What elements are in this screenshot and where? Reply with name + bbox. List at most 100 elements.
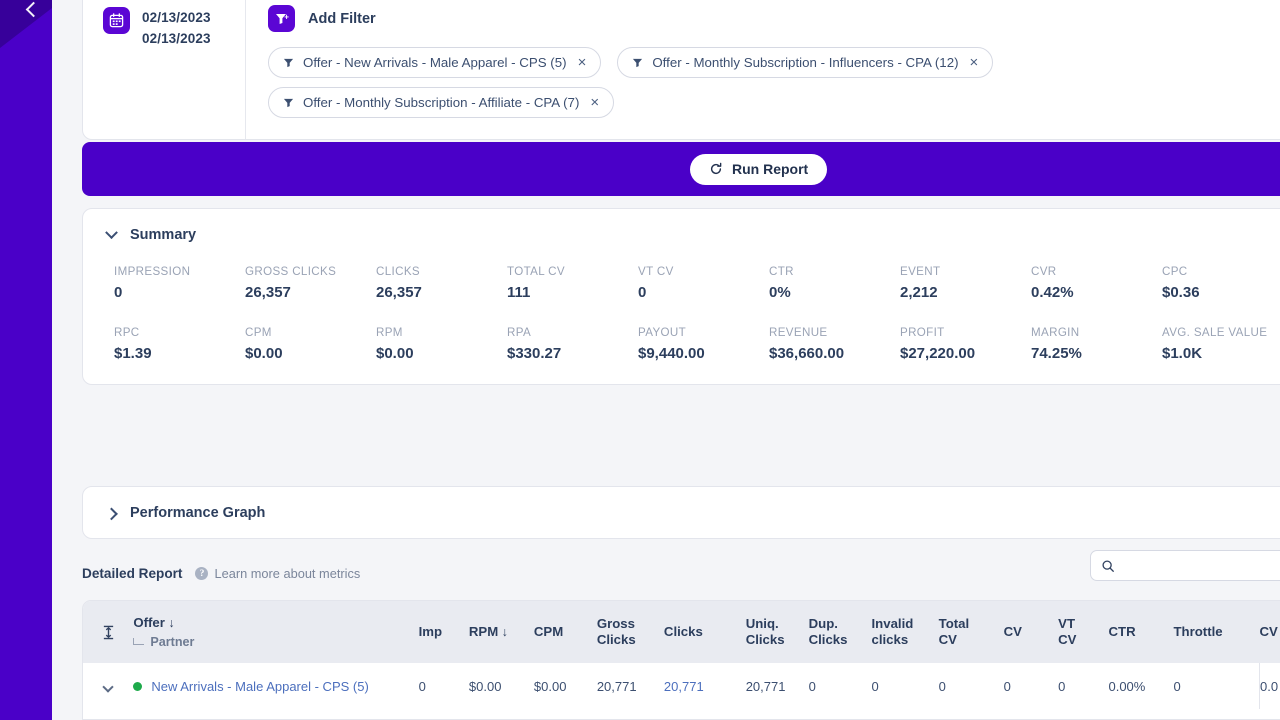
metric-label: CPM	[245, 326, 376, 339]
metric-label: PAYOUT	[638, 326, 769, 339]
column-header-label-2: Clicks	[746, 632, 809, 648]
summary-metric: GROSS CLICKS 26,357	[245, 265, 376, 301]
metric-label: GROSS CLICKS	[245, 265, 376, 278]
sort-desc-icon: ↓	[498, 625, 508, 639]
column-header-uniq_clicks[interactable]: Uniq.Clicks	[746, 601, 809, 663]
column-header-vt_cv[interactable]: VTCV	[1058, 601, 1108, 663]
summary-metric: MARGIN74.25%	[1031, 326, 1162, 362]
page-content: 02/13/2023 02/13/2023 + Add Filter Offer…	[52, 0, 1280, 720]
cell-uniq_clicks: 20,771	[746, 663, 809, 709]
summary-metric: AVG. SALE VALUE$1.0K	[1162, 326, 1280, 362]
filter-chip[interactable]: Offer - New Arrivals - Male Apparel - CP…	[268, 47, 601, 78]
cell-ctr: 0.00%	[1108, 663, 1173, 709]
column-header-label: Uniq.	[746, 616, 779, 631]
summary-metric: CPM$0.00	[245, 326, 376, 362]
filter-chip-label: Offer - Monthly Subscription - Influence…	[652, 55, 958, 70]
filter-add-icon[interactable]: +	[268, 5, 295, 32]
column-header-cv[interactable]: CV	[1004, 601, 1059, 663]
cell-vt_cv: 0	[1058, 663, 1108, 709]
metric-value: 0.42%	[1031, 284, 1162, 301]
expand-row-button[interactable]	[83, 663, 133, 709]
summary-card: Summary IMPRESSION 0 GROSS CLICKS 26,357CLI…	[82, 208, 1280, 385]
metric-value: 0	[638, 284, 769, 301]
column-header-label: Throttle	[1174, 624, 1223, 639]
column-header-gross_clicks[interactable]: GrossClicks	[597, 601, 664, 663]
search-input[interactable]	[1123, 558, 1280, 573]
cell-rpm: $0.00	[469, 663, 534, 709]
column-header-label: Dup.	[809, 616, 838, 631]
performance-graph-toggle[interactable]: Performance Graph	[83, 505, 265, 521]
status-dot	[133, 682, 142, 691]
column-header-imp[interactable]: Imp	[419, 601, 469, 663]
offer-name-link[interactable]: New Arrivals - Male Apparel - CPS (5)	[151, 679, 368, 694]
rail-header-wedge	[0, 0, 52, 48]
cell-cv: 0	[1004, 663, 1059, 709]
metric-label: IMPRESSION	[114, 265, 245, 278]
column-header-invalid_clicks[interactable]: Invalidclicks	[872, 601, 939, 663]
column-header-offer[interactable]: Offer ↓Partner	[133, 601, 418, 663]
svg-text:+: +	[284, 12, 289, 21]
metric-label: CVR	[1031, 265, 1162, 278]
column-header-label: CTR	[1108, 624, 1135, 639]
cell-clicks: 20,771	[664, 663, 746, 709]
column-header-clicks[interactable]: Clicks	[664, 601, 746, 663]
row-height-icon[interactable]	[83, 601, 133, 663]
run-report-label: Run Report	[732, 161, 808, 177]
column-header-label: Gross	[597, 616, 635, 631]
metric-value: 26,357	[245, 284, 376, 301]
filter-chip[interactable]: Offer - Monthly Subscription - Influence…	[617, 47, 993, 78]
metric-label: CLICKS	[376, 265, 507, 278]
filter-chip[interactable]: Offer - Monthly Subscription - Affiliate…	[268, 87, 614, 118]
column-header-label: Total	[939, 616, 970, 631]
summary-metric: RPM$0.00	[376, 326, 507, 362]
remove-filter-icon[interactable]: ×	[970, 55, 979, 70]
column-header-dup_clicks[interactable]: Dup.Clicks	[809, 601, 872, 663]
metric-value: $0.36	[1162, 284, 1280, 301]
column-header-ctr[interactable]: CTR	[1108, 601, 1173, 663]
summary-metric: VT CV 0	[638, 265, 769, 301]
sort-desc-icon: ↓	[165, 616, 175, 630]
add-filter-label[interactable]: Add Filter	[308, 11, 376, 27]
metric-label: VT CV	[638, 265, 769, 278]
metric-value: $0.00	[376, 345, 507, 362]
metric-label: RPA	[507, 326, 638, 339]
column-header-label: CV	[1259, 624, 1277, 639]
remove-filter-icon[interactable]: ×	[578, 55, 587, 70]
cell-throttle: 0	[1174, 663, 1260, 709]
summary-metric: PROFIT$27,220.00	[900, 326, 1031, 362]
cell-gross_clicks: 20,771	[597, 663, 664, 709]
summary-metric: CVR 0.42%	[1031, 265, 1162, 301]
column-header-label-2: clicks	[872, 632, 939, 648]
metric-value: $9,440.00	[638, 345, 769, 362]
summary-section-toggle[interactable]: Summary	[83, 227, 1280, 243]
metric-label: CTR	[769, 265, 900, 278]
remove-filter-icon[interactable]: ×	[590, 95, 599, 110]
search-box[interactable]	[1090, 550, 1280, 581]
detailed-report-header: Detailed Report ? Learn more about metri…	[82, 566, 1280, 581]
summary-metric: TOTAL CV111	[507, 265, 638, 301]
performance-graph-card[interactable]: Performance Graph	[82, 486, 1280, 539]
summary-metrics-grid: IMPRESSION 0 GROSS CLICKS 26,357CLICKS26,35…	[83, 265, 1280, 362]
column-header-total_cv[interactable]: TotalCV	[939, 601, 1004, 663]
cell-cvr: 0.0	[1259, 663, 1280, 709]
date-range-picker[interactable]: 02/13/2023 02/13/2023	[83, 0, 246, 139]
summary-metric: CTR0%	[769, 265, 900, 301]
column-header-cpm[interactable]: CPM	[534, 601, 597, 663]
tree-elbow-icon	[133, 638, 144, 645]
metric-label: MARGIN	[1031, 326, 1162, 339]
column-header-cvr[interactable]: CV	[1259, 601, 1280, 663]
search-icon	[1101, 559, 1115, 573]
metric-label: CPC	[1162, 265, 1280, 278]
offer-cell[interactable]: New Arrivals - Male Apparel - CPS (5)	[133, 663, 418, 709]
metric-label: PROFIT	[900, 326, 1031, 339]
metric-label: EVENT	[900, 265, 1031, 278]
summary-metric: CPC $0.36	[1162, 265, 1280, 301]
table-row[interactable]: New Arrivals - Male Apparel - CPS (5) 0 $0…	[83, 663, 1280, 709]
learn-more-link[interactable]: ? Learn more about metrics	[195, 566, 360, 581]
metric-label: TOTAL CV	[507, 265, 638, 278]
column-header-throttle[interactable]: Throttle	[1174, 601, 1260, 663]
column-header-rpm[interactable]: RPM ↓	[469, 601, 534, 663]
date-end: 02/13/2023	[142, 28, 211, 49]
summary-metric: EVENT2,212	[900, 265, 1031, 301]
run-report-button[interactable]: Run Report	[690, 154, 827, 185]
